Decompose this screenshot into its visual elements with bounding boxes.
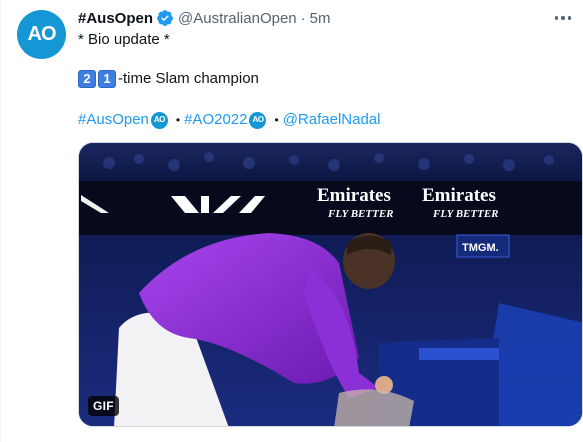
ao-hashflag-icon: AO xyxy=(249,111,267,129)
keycap-digit-two: 2 xyxy=(78,70,96,88)
sponsor-2-tagline: FLY BETTER xyxy=(432,208,499,220)
user-handle[interactable]: @AustralianOpen xyxy=(178,10,297,27)
more-icon[interactable] xyxy=(549,8,577,28)
avatar-logo-text: AO xyxy=(27,23,57,45)
hashtag-ao2022[interactable]: #AO2022 xyxy=(184,110,247,130)
mention-rafaelnadal[interactable]: @RafaelNadal xyxy=(283,110,381,130)
courtside-screen-text: TMGM. xyxy=(462,242,499,254)
verified-badge-icon xyxy=(156,9,174,27)
tweet[interactable]: AO #AusOpen @AustralianOpen · 5m * Bio u… xyxy=(0,0,583,442)
sponsor-2-name: Emirates xyxy=(422,185,496,206)
sponsor-1-tagline: FLY BETTER xyxy=(327,208,394,220)
header-separator: · xyxy=(300,9,306,27)
tweet-header: #AusOpen @AustralianOpen · 5m xyxy=(78,8,330,28)
keycap-digit-one: 1 xyxy=(98,70,116,88)
gif-media[interactable]: Emirates FLY BETTER Emirates FLY BETTER … xyxy=(78,142,583,427)
tweet-text-line-2: 2 1 -time Slam champion xyxy=(78,69,259,89)
tag-separator: • xyxy=(175,113,181,127)
gif-badge[interactable]: GIF xyxy=(88,396,119,416)
gif-frame: Emirates FLY BETTER Emirates FLY BETTER … xyxy=(79,143,582,426)
tag-separator: • xyxy=(274,113,279,127)
timestamp[interactable]: 5m xyxy=(310,10,331,27)
display-name[interactable]: #AusOpen xyxy=(78,10,153,27)
tweet-text-line-1: * Bio update * xyxy=(78,31,170,48)
ao-hashflag-icon: AO xyxy=(150,111,168,129)
champion-text: -time Slam champion xyxy=(118,70,259,87)
sponsor-1-name: Emirates xyxy=(317,185,391,206)
hashtag-ausopen[interactable]: #AusOpen xyxy=(78,110,149,130)
avatar[interactable]: AO xyxy=(17,10,66,59)
tweet-tags-line: #AusOpen AO • #AO2022 AO • @RafaelNadal xyxy=(78,110,380,130)
